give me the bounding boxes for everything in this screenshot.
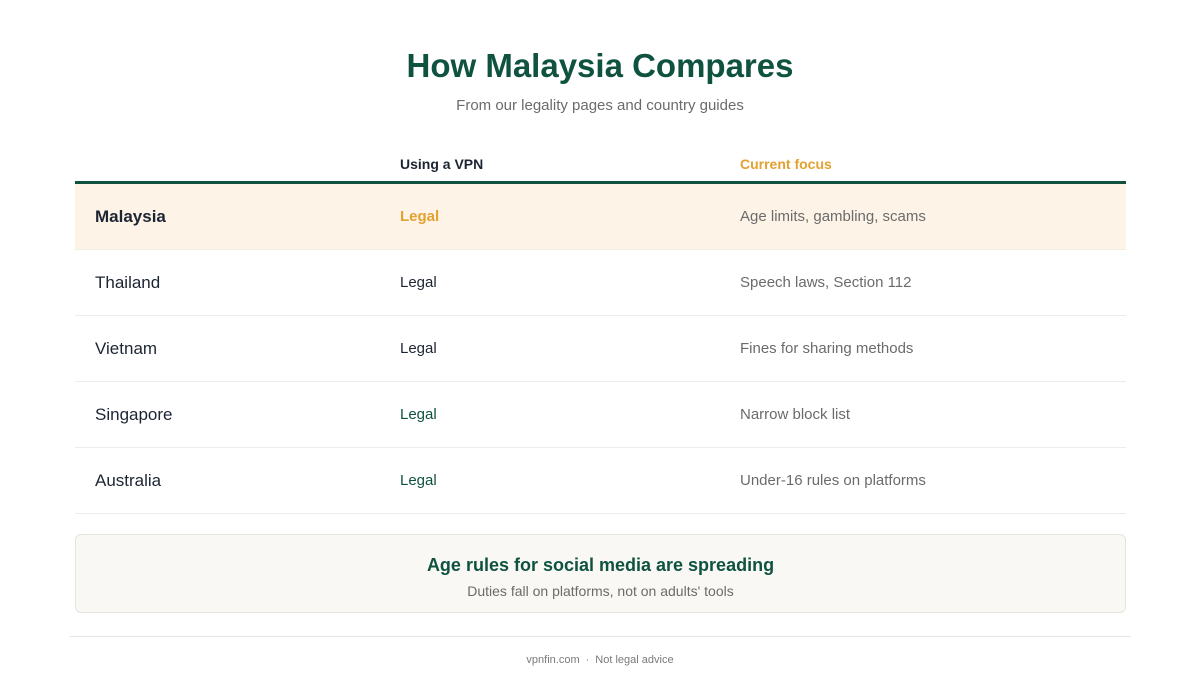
current-focus: Under-16 rules on platforms [740, 472, 926, 489]
footer-divider [70, 636, 1131, 637]
country-name: Singapore [95, 404, 173, 424]
comparison-page: How Malaysia Compares From our legality … [0, 0, 1200, 680]
vpn-status: Legal [400, 274, 437, 291]
country-name: Vietnam [95, 338, 158, 358]
footer-site: vpnfin.com [526, 654, 580, 666]
vpn-status: Legal [400, 406, 437, 423]
current-focus: Speech laws, Section 112 [740, 274, 912, 291]
table-row-malaysia: Malaysia Legal Age limits, gambling, sca… [75, 184, 1126, 250]
table-row-singapore: Singapore Legal Narrow block list [75, 382, 1126, 448]
current-focus: Fines for sharing methods [740, 340, 914, 357]
page-title: How Malaysia Compares [406, 47, 794, 84]
country-name: Thailand [95, 272, 161, 292]
callout-title: Age rules for social media are spreading [426, 555, 775, 575]
current-focus: Age limits, gambling, scams [740, 208, 926, 225]
callout-box: Age rules for social media are spreading… [75, 534, 1126, 613]
country-name: Australia [95, 470, 162, 490]
table-row-australia: Australia Legal Under-16 rules on platfo… [75, 448, 1126, 514]
page-header: How Malaysia Compares From our legality … [0, 46, 1200, 116]
comparison-table: Using a VPN Current focus Malaysia Legal… [75, 146, 1126, 514]
table-row-vietnam: Vietnam Legal Fines for sharing methods [75, 316, 1126, 382]
page-subtitle: From our legality pages and country guid… [456, 97, 744, 114]
callout-subtitle: Duties fall on platforms, not on adults'… [467, 583, 734, 599]
table-row-thailand: Thailand Legal Speech laws, Section 112 [75, 250, 1126, 316]
country-name: Malaysia [95, 206, 166, 226]
footer-separator: · [585, 654, 590, 666]
vpn-status: Legal [400, 472, 437, 489]
footer: vpnfin.com · Not legal advice [0, 652, 1200, 668]
current-focus: Narrow block list [740, 406, 851, 423]
column-header-vpn: Using a VPN [400, 155, 484, 172]
vpn-status: Legal [400, 340, 437, 357]
column-header-focus: Current focus [740, 155, 832, 172]
vpn-status: Legal [400, 208, 440, 225]
table-header-row: Using a VPN Current focus [75, 146, 1126, 184]
footer-note: Not legal advice [595, 654, 674, 666]
